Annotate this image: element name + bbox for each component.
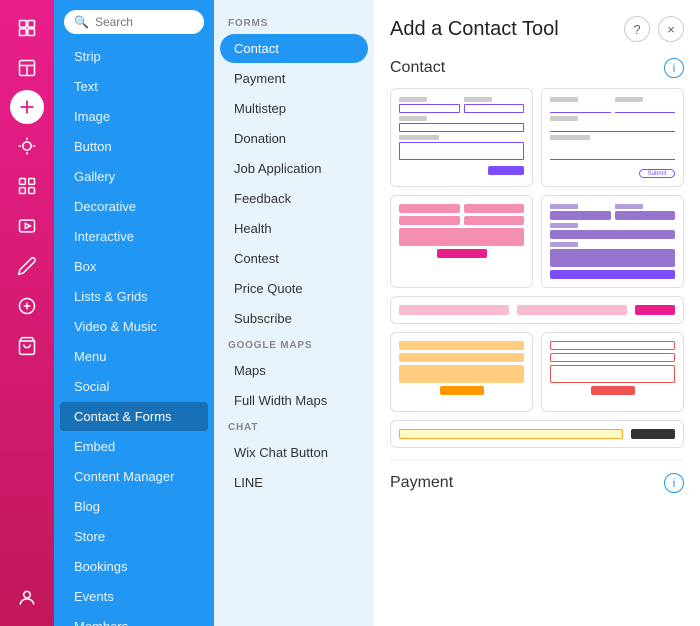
left-nav-item-content-manager[interactable]: Content Manager xyxy=(60,462,208,491)
middle-section-label-google-maps: GOOGLE MAPS xyxy=(214,334,374,355)
section-divider xyxy=(390,460,684,461)
middle-section-label-forms: FORMS xyxy=(214,12,374,33)
apps-icon[interactable] xyxy=(9,168,45,204)
contact-form-card-6[interactable] xyxy=(541,332,684,412)
middle-item-price-quote[interactable]: Price Quote xyxy=(220,274,368,303)
middle-item-maps[interactable]: Maps xyxy=(220,356,368,385)
market-icon[interactable] xyxy=(9,328,45,364)
contact-section-header: Contact i xyxy=(390,58,684,78)
left-nav-item-decorative[interactable]: Decorative xyxy=(60,192,208,221)
contact-form-card-2[interactable]: Submit xyxy=(541,88,684,187)
contact-forms-grid-2 xyxy=(390,332,684,412)
main-content: Add a Contact Tool ? × Contact i xyxy=(374,0,700,626)
middle-item-feedback[interactable]: Feedback xyxy=(220,184,368,213)
left-nav-item-lists---grids[interactable]: Lists & Grids xyxy=(60,282,208,311)
left-nav: StripTextImageButtonGalleryDecorativeInt… xyxy=(54,42,214,626)
header-icons: ? × xyxy=(624,16,684,42)
left-panel: 🔍 StripTextImageButtonGalleryDecorativeI… xyxy=(54,0,214,626)
pen-icon[interactable] xyxy=(9,248,45,284)
left-nav-item-box[interactable]: Box xyxy=(60,252,208,281)
layout-icon[interactable] xyxy=(9,50,45,86)
contact-section-title: Contact xyxy=(390,59,445,77)
left-nav-item-embed[interactable]: Embed xyxy=(60,432,208,461)
media-icon[interactable] xyxy=(9,208,45,244)
contact-forms-grid: Submit xyxy=(390,88,684,288)
main-header: Add a Contact Tool ? × xyxy=(390,16,684,42)
middle-item-donation[interactable]: Donation xyxy=(220,124,368,153)
main-title: Add a Contact Tool xyxy=(390,18,559,41)
left-nav-item-text[interactable]: Text xyxy=(60,72,208,101)
middle-item-contact[interactable]: Contact xyxy=(220,34,368,63)
account-icon[interactable] xyxy=(9,580,45,616)
left-nav-item-store[interactable]: Store xyxy=(60,522,208,551)
search-input[interactable] xyxy=(95,15,194,29)
left-nav-item-video---music[interactable]: Video & Music xyxy=(60,312,208,341)
middle-item-health[interactable]: Health xyxy=(220,214,368,243)
contact-form-card-wide-1[interactable] xyxy=(390,296,684,324)
help-button[interactable]: ? xyxy=(624,16,650,42)
middle-item-contest[interactable]: Contest xyxy=(220,244,368,273)
widgets-icon[interactable] xyxy=(9,288,45,324)
middle-panel: FORMSContactPaymentMultistepDonationJob … xyxy=(214,0,374,626)
payment-info-icon[interactable]: i xyxy=(664,473,684,493)
left-nav-item-gallery[interactable]: Gallery xyxy=(60,162,208,191)
payment-section-header: Payment i xyxy=(390,473,684,493)
middle-item-payment[interactable]: Payment xyxy=(220,64,368,93)
middle-item-subscribe[interactable]: Subscribe xyxy=(220,304,368,333)
design-icon[interactable] xyxy=(9,128,45,164)
left-nav-item-bookings[interactable]: Bookings xyxy=(60,552,208,581)
middle-section-label-chat: CHAT xyxy=(214,416,374,437)
left-nav-item-events[interactable]: Events xyxy=(60,582,208,611)
contact-form-card-5[interactable] xyxy=(390,332,533,412)
left-nav-item-menu[interactable]: Menu xyxy=(60,342,208,371)
left-nav-item-image[interactable]: Image xyxy=(60,102,208,131)
contact-form-card-4[interactable] xyxy=(541,195,684,288)
middle-nav: FORMSContactPaymentMultistepDonationJob … xyxy=(214,12,374,497)
left-nav-item-contact---forms[interactable]: Contact & Forms xyxy=(60,402,208,431)
middle-item-full-width-maps[interactable]: Full Width Maps xyxy=(220,386,368,415)
middle-item-wix-chat-button[interactable]: Wix Chat Button xyxy=(220,438,368,467)
middle-item-multistep[interactable]: Multistep xyxy=(220,94,368,123)
left-nav-item-interactive[interactable]: Interactive xyxy=(60,222,208,251)
search-icon: 🔍 xyxy=(74,15,89,29)
contact-form-card-wide-2[interactable] xyxy=(390,420,684,448)
middle-item-job-application[interactable]: Job Application xyxy=(220,154,368,183)
left-nav-item-button[interactable]: Button xyxy=(60,132,208,161)
left-nav-item-social[interactable]: Social xyxy=(60,372,208,401)
contact-form-card-1[interactable] xyxy=(390,88,533,187)
close-button[interactable]: × xyxy=(658,16,684,42)
contact-form-card-3[interactable] xyxy=(390,195,533,288)
search-box[interactable]: 🔍 xyxy=(64,10,204,34)
middle-item-line[interactable]: LINE xyxy=(220,468,368,497)
left-nav-item-blog[interactable]: Blog xyxy=(60,492,208,521)
left-nav-item-strip[interactable]: Strip xyxy=(60,42,208,71)
left-nav-item-members[interactable]: Members xyxy=(60,612,208,626)
contact-info-icon[interactable]: i xyxy=(664,58,684,78)
add-icon[interactable] xyxy=(10,90,44,124)
payment-section-title: Payment xyxy=(390,474,453,492)
icon-bar xyxy=(0,0,54,626)
pages-icon[interactable] xyxy=(9,10,45,46)
